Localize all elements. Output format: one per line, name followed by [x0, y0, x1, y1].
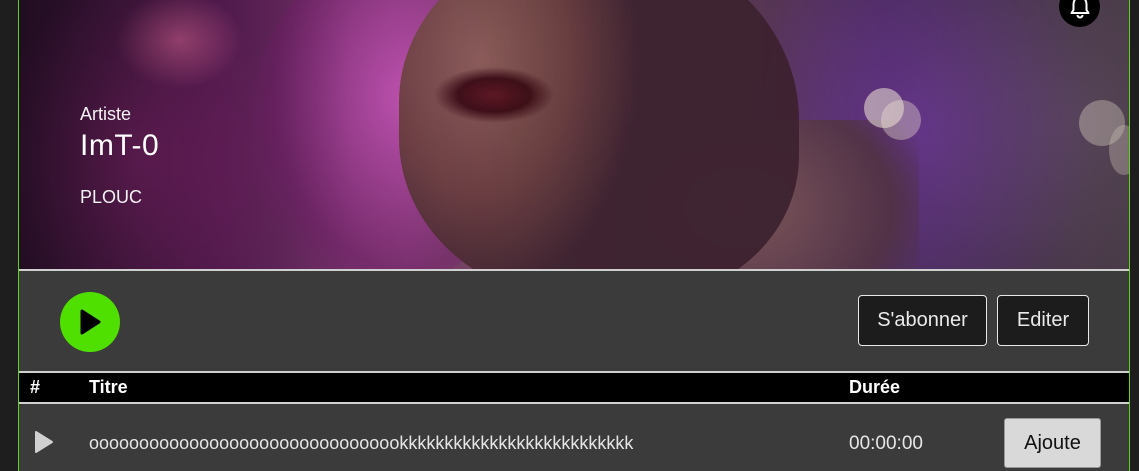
artist-actions-bar: S'abonner Editer: [19, 271, 1129, 371]
artist-name: ImT-0: [80, 129, 160, 162]
artist-info: Artiste ImT-0 PLOUC: [80, 104, 159, 208]
bell-icon: [1070, 0, 1089, 18]
artist-page: Artiste ImT-0 PLOUC S'abonner Editer # T…: [18, 0, 1130, 471]
play-all-button[interactable]: [60, 292, 120, 352]
play-icon: [80, 309, 101, 335]
subscribe-button[interactable]: S'abonner: [858, 295, 987, 346]
tracks-table-header: # Titre Durée: [19, 373, 1129, 402]
artist-subtitle: PLOUC: [80, 187, 143, 207]
banner-overlay: [19, 0, 1129, 269]
play-icon: [35, 431, 53, 453]
row-play-button[interactable]: [33, 430, 55, 454]
column-header-duration: Durée: [849, 377, 901, 397]
table-row: oooooooooooooooooooooooooooooookkkkkkkkk…: [19, 404, 1129, 471]
column-header-title: Titre: [89, 377, 128, 397]
track-title: oooooooooooooooooooooooooooooookkkkkkkkk…: [89, 433, 634, 453]
column-header-number: #: [30, 377, 41, 397]
edit-button[interactable]: Editer: [997, 295, 1089, 346]
artist-banner: Artiste ImT-0 PLOUC: [19, 0, 1129, 269]
track-duration: 00:00:00: [849, 433, 923, 454]
artist-kicker: Artiste: [80, 104, 132, 124]
add-track-button[interactable]: Ajoute: [1004, 418, 1101, 468]
